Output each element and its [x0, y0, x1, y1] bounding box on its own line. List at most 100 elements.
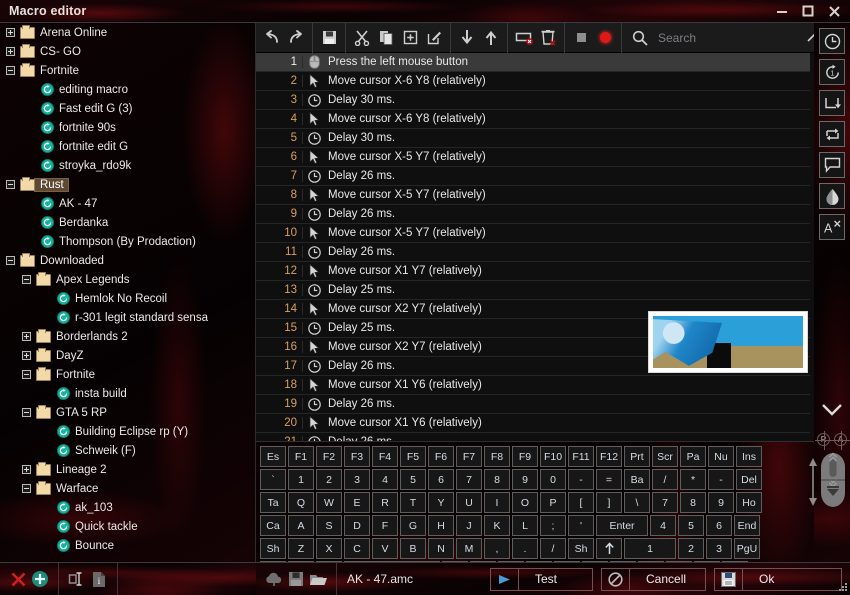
key-f1[interactable]: F1 — [288, 446, 314, 467]
key-f12[interactable]: F12 — [596, 446, 622, 467]
floppy-save-icon[interactable] — [285, 568, 307, 590]
tree-macro-berdanka[interactable]: Berdanka — [0, 213, 255, 232]
key-5[interactable]: 5 — [678, 515, 704, 536]
key-arrow-up[interactable] — [596, 538, 622, 559]
tree-folder-warface[interactable]: Warface — [0, 479, 255, 498]
key-scr[interactable]: Scr — [652, 446, 678, 467]
key-ho[interactable]: Ho — [736, 492, 762, 513]
collapse-minus-icon[interactable] — [22, 370, 31, 379]
key-s[interactable]: S — [316, 515, 342, 536]
key-ba[interactable]: Ba — [624, 469, 650, 490]
tree-macro-stroyka-rdo9k[interactable]: stroyka_rdo9k — [0, 156, 255, 175]
key-f10[interactable]: F10 — [540, 446, 566, 467]
tree-macro-ak-103[interactable]: ak_103 — [0, 498, 255, 517]
tree-macro-thompson-by-prodaction-[interactable]: Thompson (By Prodaction) — [0, 232, 255, 251]
key-i[interactable]: I — [484, 492, 510, 513]
key-sym[interactable]: * — [680, 469, 706, 490]
scissors-icon[interactable] — [350, 26, 374, 50]
key-f7[interactable]: F7 — [456, 446, 482, 467]
table-row[interactable]: 4 Move cursor X-6 Y8 (relatively) — [256, 110, 810, 129]
tree-folder-dayz[interactable]: DayZ — [0, 346, 255, 365]
rename-icon[interactable] — [66, 568, 88, 590]
key-sym[interactable]: . — [512, 538, 538, 559]
key-j[interactable]: J — [456, 515, 482, 536]
insert-loop-button[interactable] — [819, 121, 845, 147]
table-row[interactable]: 5 Delay 30 ms. — [256, 129, 810, 148]
key-prt[interactable]: Prt — [624, 446, 650, 467]
tree-macro-r-301-legit-standard-sensa[interactable]: r-301 legit standard sensa — [0, 308, 255, 327]
tree-folder-fortnite[interactable]: Fortnite — [0, 365, 255, 384]
key-5[interactable]: 5 — [400, 469, 426, 490]
redo-icon[interactable] — [284, 26, 308, 50]
tree-macro-insta-build[interactable]: insta build — [0, 384, 255, 403]
table-row[interactable]: 20 Move cursor X1 Y6 (relatively) — [256, 414, 810, 433]
key-sym[interactable]: \ — [624, 492, 650, 513]
key-sym[interactable]: / — [652, 469, 678, 490]
insert-pixel-color-button[interactable] — [819, 183, 845, 209]
ok-button[interactable]: Ok — [714, 567, 842, 591]
stop-icon[interactable] — [569, 26, 593, 50]
key-9[interactable]: 9 — [512, 469, 538, 490]
key-ins[interactable]: Ins — [736, 446, 762, 467]
key-f6[interactable]: F6 — [428, 446, 454, 467]
maximize-icon[interactable] — [796, 1, 820, 21]
key-8[interactable]: 8 — [680, 492, 706, 513]
key-p[interactable]: P — [540, 492, 566, 513]
table-row[interactable]: 21Delay 26 ms. — [256, 433, 810, 441]
edit-pencil-icon[interactable] — [422, 26, 446, 50]
collapse-minus-icon[interactable] — [22, 408, 31, 417]
tree-macro-fortnite-90s[interactable]: fortnite 90s — [0, 118, 255, 137]
table-row[interactable]: 8 Move cursor X-5 Y7 (relatively) — [256, 186, 810, 205]
tree-macro-hemlok-no-recoil[interactable]: Hemlok No Recoil — [0, 289, 255, 308]
insert-repeat-once-button[interactable]: 1 — [819, 59, 845, 85]
table-row[interactable]: 18 Move cursor X1 Y6 (relatively) — [256, 376, 810, 395]
key-f9[interactable]: F9 — [512, 446, 538, 467]
table-row[interactable]: 9 Delay 26 ms. — [256, 205, 810, 224]
key-k[interactable]: K — [484, 515, 510, 536]
plus-circle-icon[interactable] — [29, 568, 51, 590]
expand-plus-icon[interactable] — [6, 47, 15, 56]
arrow-down-icon[interactable] — [455, 26, 479, 50]
tree-macro-building-eclipse-rp-y-[interactable]: Building Eclipse rp (Y) — [0, 422, 255, 441]
key-sym[interactable]: [ — [568, 492, 594, 513]
key-g[interactable]: G — [400, 515, 426, 536]
tree-folder-lineage-2[interactable]: Lineage 2 — [0, 460, 255, 479]
key-f3[interactable]: F3 — [344, 446, 370, 467]
key-c[interactable]: C — [344, 538, 370, 559]
table-row[interactable]: 1 Press the left mouse button — [256, 53, 810, 72]
key-a[interactable]: A — [288, 515, 314, 536]
record-icon[interactable] — [593, 26, 617, 50]
expand-plus-icon[interactable] — [22, 351, 31, 360]
tree-macro-fortnite-edit-g[interactable]: fortnite edit G — [0, 137, 255, 156]
insert-text-button[interactable]: A — [819, 214, 845, 240]
macro-command-list[interactable]: 1 Press the left mouse button 2 Move cursor… — [256, 53, 850, 441]
trash-delete-icon[interactable] — [536, 26, 560, 50]
key-6[interactable]: 6 — [428, 469, 454, 490]
tree-folder-cs-go[interactable]: CS- GO — [0, 42, 255, 61]
key-7[interactable]: 7 — [652, 492, 678, 513]
key-sh[interactable]: Sh — [260, 538, 286, 559]
tree-macro-ak-47[interactable]: AK - 47 — [0, 194, 255, 213]
insert-comment-button[interactable] — [819, 152, 845, 178]
key-6[interactable]: 6 — [706, 515, 732, 536]
key-0[interactable]: 0 — [540, 469, 566, 490]
close-x-icon[interactable] — [7, 568, 29, 590]
key-w[interactable]: W — [316, 492, 342, 513]
key-t[interactable]: T — [400, 492, 426, 513]
list-rows[interactable]: 1 Press the left mouse button 2 Move cursor… — [256, 53, 810, 441]
key-m[interactable]: M — [456, 538, 482, 559]
key-z[interactable]: Z — [288, 538, 314, 559]
properties-icon[interactable]: i — [88, 568, 110, 590]
key-f11[interactable]: F11 — [568, 446, 594, 467]
expand-plus-icon[interactable] — [22, 465, 31, 474]
delete-item-icon[interactable] — [512, 26, 536, 50]
table-row[interactable]: 11 Delay 26 ms. — [256, 243, 810, 262]
key-sym[interactable]: ` — [260, 469, 286, 490]
save-icon[interactable] — [317, 26, 341, 50]
key-1[interactable]: 1 — [624, 538, 676, 559]
table-row[interactable]: 6 Move cursor X-5 Y7 (relatively) — [256, 148, 810, 167]
tree-folder-downloaded[interactable]: Downloaded — [0, 251, 255, 270]
arrow-up-icon[interactable] — [479, 26, 503, 50]
key-e[interactable]: E — [344, 492, 370, 513]
search-icon[interactable] — [628, 26, 652, 50]
